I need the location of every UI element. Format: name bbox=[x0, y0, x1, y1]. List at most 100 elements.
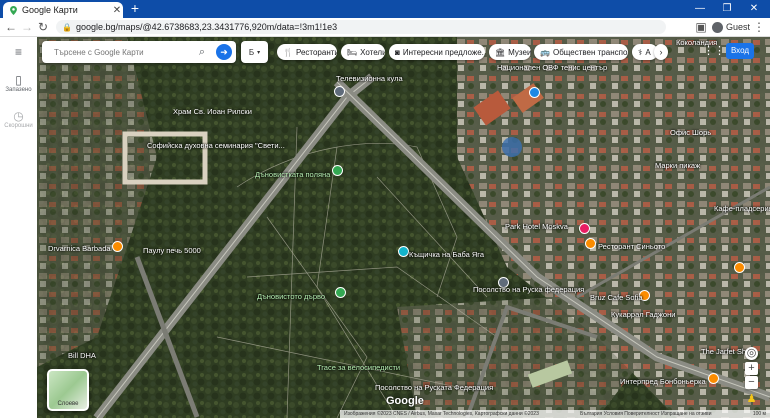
chips-next-icon[interactable]: › bbox=[654, 44, 668, 60]
tv-tower-pin-icon[interactable] bbox=[334, 86, 345, 97]
chip-hotels[interactable]: 🛏 Хотели bbox=[341, 44, 385, 60]
map-place-label[interactable]: Trace за велосипедисти bbox=[317, 363, 400, 372]
url-field[interactable]: 🔒 google.bg/maps/@42.6738683,23.3431776,… bbox=[56, 20, 666, 34]
cafe-pin-icon[interactable] bbox=[734, 262, 745, 273]
directions-icon[interactable]: ➜ bbox=[216, 44, 232, 60]
sign-in-button[interactable]: Вход bbox=[726, 43, 754, 59]
hotel-pin-icon[interactable] bbox=[579, 223, 590, 234]
close-window-button[interactable]: ✕ bbox=[744, 0, 764, 18]
back-arrow-icon[interactable]: ← bbox=[4, 18, 18, 36]
map-place-label[interactable]: Национален ОВФ тенис център bbox=[497, 63, 607, 72]
pharmacy-icon: ⚕ bbox=[638, 47, 643, 57]
chip-restaurants[interactable]: 🍴 Ресторанти bbox=[277, 44, 337, 60]
map-place-label[interactable]: Ресторант Синьото bbox=[598, 242, 665, 251]
zoom-out-button[interactable]: − bbox=[745, 376, 758, 389]
forward-arrow-icon[interactable]: → bbox=[20, 18, 34, 36]
profile-button[interactable]: Guest bbox=[712, 20, 750, 34]
zoom-in-button[interactable]: + bbox=[745, 362, 758, 375]
chevron-down-icon: ▾ bbox=[257, 49, 261, 56]
url-text: google.bg/maps/@42.6738683,23.3431776,92… bbox=[76, 22, 338, 32]
saved-icon: ▯ bbox=[15, 73, 22, 87]
map-place-label[interactable]: Дъновистото дърво bbox=[257, 292, 325, 301]
chip-label: Обществен транспо... bbox=[552, 47, 628, 57]
scale-label: 100 м bbox=[752, 411, 766, 417]
saved-label: Запазено bbox=[5, 87, 32, 93]
satellite-map[interactable] bbox=[37, 37, 770, 418]
transit-icon: 🚌 bbox=[540, 47, 550, 57]
map-place-label[interactable]: Марки пикаж bbox=[655, 161, 700, 170]
side-panel-icon[interactable]: ▣ bbox=[694, 18, 708, 36]
minimize-button[interactable]: — bbox=[690, 0, 710, 18]
fork-knife-icon: 🍴 bbox=[283, 47, 293, 57]
map-place-label[interactable]: Дъновистката поляна bbox=[255, 170, 330, 179]
chip-label: Ресторанти bbox=[295, 47, 337, 57]
restaurant-pin-icon[interactable] bbox=[585, 238, 596, 249]
map-place-label[interactable]: Bruz Cafe Sofia bbox=[590, 293, 643, 302]
chip-label: Музеи bbox=[508, 47, 531, 57]
map-place-label[interactable]: Къщичка на Баба Яга bbox=[409, 250, 484, 259]
avatar-icon bbox=[712, 21, 723, 33]
lock-icon: 🔒 bbox=[62, 22, 72, 32]
park-pin-icon[interactable] bbox=[332, 165, 343, 176]
history-icon: ◷ bbox=[13, 109, 24, 123]
maps-sidebar: ≡ ▯ Запазено ◷ Скорошни bbox=[0, 37, 38, 418]
attraction-pin-icon[interactable] bbox=[398, 246, 409, 257]
map-place-label[interactable]: Храм Св. Иоан Рилски bbox=[173, 107, 252, 116]
tab-close-icon[interactable]: ✕ bbox=[111, 5, 123, 16]
map-place-label[interactable]: Drvarnica Barbada bbox=[48, 244, 111, 253]
chip-transit[interactable]: 🚌 Обществен транспо... bbox=[534, 44, 628, 60]
language-label: Б bbox=[248, 47, 255, 57]
tab-google-maps[interactable]: Google Карти ✕ bbox=[3, 2, 123, 18]
map-place-label[interactable]: Посолство на Руска федерация bbox=[473, 285, 584, 294]
saved-button[interactable]: ▯ Запазено bbox=[0, 73, 37, 93]
pegman-icon[interactable]: ♟ bbox=[745, 393, 758, 406]
profile-label: Guest bbox=[726, 22, 751, 32]
search-icon[interactable]: ⌕ bbox=[194, 46, 210, 59]
map-place-label[interactable]: Bill DHA bbox=[68, 351, 96, 360]
museum-icon: 🏛 bbox=[495, 47, 506, 57]
tab-bar: Google Карти ✕ + — ❐ ✕ bbox=[0, 0, 770, 18]
food-pin-icon[interactable] bbox=[112, 241, 123, 252]
map-place-label[interactable]: Park Hotel Moskva bbox=[505, 222, 568, 231]
map-footer: Изображения ©2023 CNES / Airbus, Maxar T… bbox=[340, 410, 770, 418]
new-tab-button[interactable]: + bbox=[128, 1, 142, 15]
maximize-button[interactable]: ❐ bbox=[717, 0, 737, 18]
tree-pin-icon[interactable] bbox=[335, 287, 346, 298]
reload-icon[interactable]: ↻ bbox=[36, 18, 50, 36]
address-bar: ← → ↻ 🔒 google.bg/maps/@42.6738683,23.34… bbox=[0, 18, 770, 37]
language-button[interactable]: Б ▾ bbox=[241, 41, 268, 63]
map-place-label[interactable]: Телевизионна кула bbox=[336, 74, 403, 83]
menu-button[interactable]: ≡ bbox=[0, 45, 37, 59]
menu-icon: ≡ bbox=[14, 45, 22, 59]
chip-label: Интересни предложе... bbox=[402, 47, 485, 57]
google-logo: Google bbox=[386, 395, 424, 407]
chip-label: Хотели bbox=[360, 47, 385, 57]
imagery-attribution: Изображения ©2023 CNES / Airbus, Maxar T… bbox=[344, 411, 539, 417]
my-location-icon[interactable]: ◎ bbox=[745, 347, 758, 360]
google-apps-icon[interactable]: ⋮⋮ bbox=[703, 44, 725, 58]
chip-label: А bbox=[645, 47, 651, 57]
map-place-label[interactable]: Офис Шорь bbox=[670, 128, 711, 137]
chip-museums[interactable]: 🏛 Музеи bbox=[489, 44, 531, 60]
history-button[interactable]: ◷ Скорошни bbox=[0, 109, 37, 129]
shop-pin-icon[interactable] bbox=[708, 373, 719, 384]
search-input[interactable] bbox=[52, 46, 194, 58]
map-place-label[interactable]: Кукаррал Гаджони bbox=[611, 310, 675, 319]
bed-icon: 🛏 bbox=[347, 47, 358, 57]
layers-label: Слоеве bbox=[57, 401, 79, 407]
camera-icon: ◙ bbox=[395, 47, 400, 57]
map-place-label[interactable]: Кафе-пладсерия bbox=[714, 204, 770, 213]
history-label: Скорошни bbox=[4, 123, 33, 129]
map-place-label[interactable]: Посолство на Руската Федерация bbox=[375, 383, 493, 392]
sport-pin-icon[interactable] bbox=[529, 87, 540, 98]
chip-things-to-do[interactable]: ◙ Интересни предложе... bbox=[389, 44, 485, 60]
search-box: ⌕ ➜ bbox=[42, 41, 236, 63]
map-place-label[interactable]: Интерпред Бонбоньерка bbox=[620, 377, 706, 386]
map-place-label[interactable]: Паулу печь 5000 bbox=[143, 246, 201, 255]
browser-menu-icon[interactable]: ⋮ bbox=[752, 18, 766, 36]
layers-button[interactable]: Слоеве bbox=[47, 369, 89, 411]
footer-links[interactable]: България Условия Поверителност Изпращане… bbox=[580, 411, 711, 417]
google-maps-favicon-icon bbox=[10, 5, 17, 15]
map-place-label[interactable]: Софийска духовна семинария "Свети... bbox=[147, 141, 285, 150]
tab-title: Google Карти bbox=[22, 5, 78, 15]
